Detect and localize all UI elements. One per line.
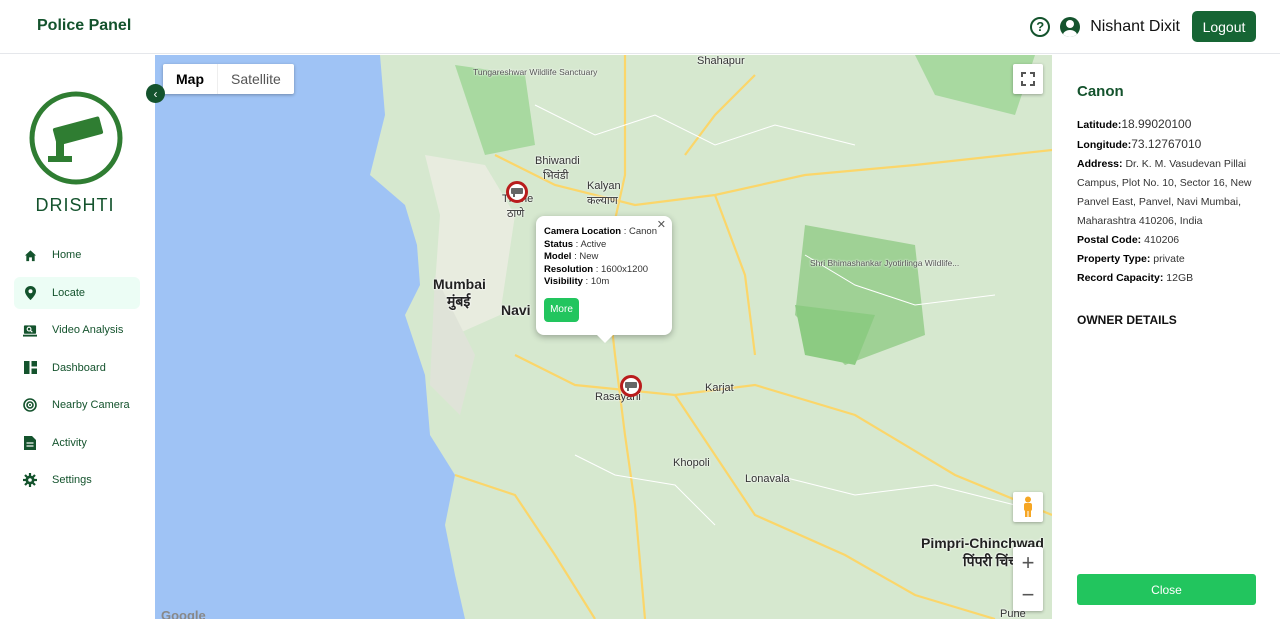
sidebar-item-label: Video Analysis [52,324,124,336]
dashboard-icon [23,361,37,375]
map-label-kalyan: Kalyan [587,180,621,192]
collapse-sidebar-button[interactable]: ‹ [146,84,165,103]
map-label-thane-dev: ठाणे [507,208,525,220]
drishti-logo-icon [29,91,123,185]
street-view-button[interactable] [1013,492,1043,522]
more-button[interactable]: More [544,297,579,322]
map-tab-satellite[interactable]: Satellite [218,64,294,94]
zoom-in-button[interactable]: + [1013,547,1043,579]
map-label-karjat: Karjat [705,382,734,394]
map-label-mumbai: Mumbai [433,276,486,292]
camera-marker-thane[interactable] [506,181,528,203]
property-type-row: Property Type: private [1077,253,1185,265]
map-label-bhiwandi-dev: भिवंडी [543,170,569,182]
sidebar-nav: Home Locate Video Analysis Dashboard Nea… [14,239,140,502]
home-icon [23,248,37,262]
map-tab-map[interactable]: Map [163,64,218,94]
camera-info: Latitude:18.99020100 Longitude:73.127670… [1077,115,1262,288]
popup-status: Status : Active [544,238,607,250]
sidebar-item-label: Dashboard [52,361,106,374]
latitude-row: Latitude:18.99020100 [1077,117,1192,131]
address-row: Address: Dr. K. M. Vasudevan Pillai Camp… [1077,158,1252,227]
close-button[interactable]: Close [1077,574,1256,605]
sidebar-item-label: Nearby Camera [52,399,130,411]
sidebar-item-locate[interactable]: Locate [14,276,140,309]
sidebar-item-label: Settings [52,474,92,486]
camera-icon [511,188,523,197]
zoom-out-button[interactable]: − [1013,579,1043,611]
map-label-bhimashankar: Shri Bhimashankar Jyotirlinga Wildlife..… [810,258,960,268]
sidebar: DRISHTI Home Locate Video Analysis Dashb… [0,55,155,619]
map-label-shahapur: Shahapur [697,55,745,67]
sidebar-item-label: Home [52,249,82,261]
help-icon[interactable]: ? [1030,16,1051,37]
panel-title: Police Panel [37,17,132,34]
sidebar-item-home[interactable]: Home [14,239,140,271]
sidebar-item-video-analysis[interactable]: Video Analysis [14,314,140,346]
owner-details-heading: OWNER DETAILS [1077,313,1177,327]
map-label-mumbai-dev: मुंबई [447,293,471,309]
user-area: ? Nishant Dixit Logout [1030,11,1256,42]
sidebar-item-nearby-camera[interactable]: Nearby Camera [14,389,140,421]
map-label-lonavala: Lonavala [745,473,790,485]
record-capacity-row: Record Capacity: 12GB [1077,272,1194,284]
pegman-icon [1024,496,1032,517]
gear-icon [23,473,37,487]
map-type-toggle: Map Satellite [163,64,294,94]
camera-details-panel: Canon Latitude:18.99020100 Longitude:73.… [1052,55,1280,619]
popup-camera-location: Camera Location : Canon [544,226,657,237]
popup-model: Model : New [544,251,599,262]
user-name: Nishant Dixit [1090,17,1180,35]
camera-info-popup: ✕ Camera Location : Canon Status : Activ… [536,216,672,343]
logout-button[interactable]: Logout [1192,11,1256,42]
radar-icon [23,398,37,412]
fullscreen-button[interactable] [1013,64,1043,94]
close-icon[interactable]: ✕ [657,218,666,231]
camera-icon [625,382,637,391]
fullscreen-icon [1021,72,1035,86]
map-label-tungareshwar: Tungareshwar Wildlife Sanctuary [473,67,598,77]
popup-resolution: Resolution : 1600x1200 [544,263,649,275]
camera-marker-rasayani[interactable] [620,375,642,397]
camera-title: Canon [1077,83,1124,100]
top-bar: Police Panel ? Nishant Dixit Logout [0,0,1280,54]
popup-visibility: Visibility : 10m [544,276,610,287]
longitude-row: Longitude:73.12767010 [1077,137,1202,151]
document-icon [23,435,37,450]
postal-code-row: Postal Code: 410206 [1077,234,1180,246]
google-logo: Google [161,608,206,619]
sidebar-item-settings[interactable]: Settings [14,464,140,496]
map-label-navi: Navi [501,302,531,318]
user-avatar-icon[interactable] [1060,16,1081,37]
map-label-khopoli: Khopoli [673,457,710,469]
sidebar-item-label: Activity [52,436,87,449]
map-view[interactable]: Tungareshwar Wildlife Sanctuary Bhiwandi… [155,55,1052,619]
location-pin-icon [23,285,37,300]
sidebar-item-activity[interactable]: Activity [14,427,140,459]
logo-text: DRISHTI [35,195,115,215]
map-label-kalyan-dev: कल्याण [587,195,618,207]
zoom-control: + − [1013,547,1043,611]
sidebar-item-dashboard[interactable]: Dashboard [14,352,140,384]
sidebar-item-label: Locate [52,286,86,299]
video-analysis-icon [23,323,37,337]
map-label-bhiwandi: Bhiwandi [535,155,580,167]
